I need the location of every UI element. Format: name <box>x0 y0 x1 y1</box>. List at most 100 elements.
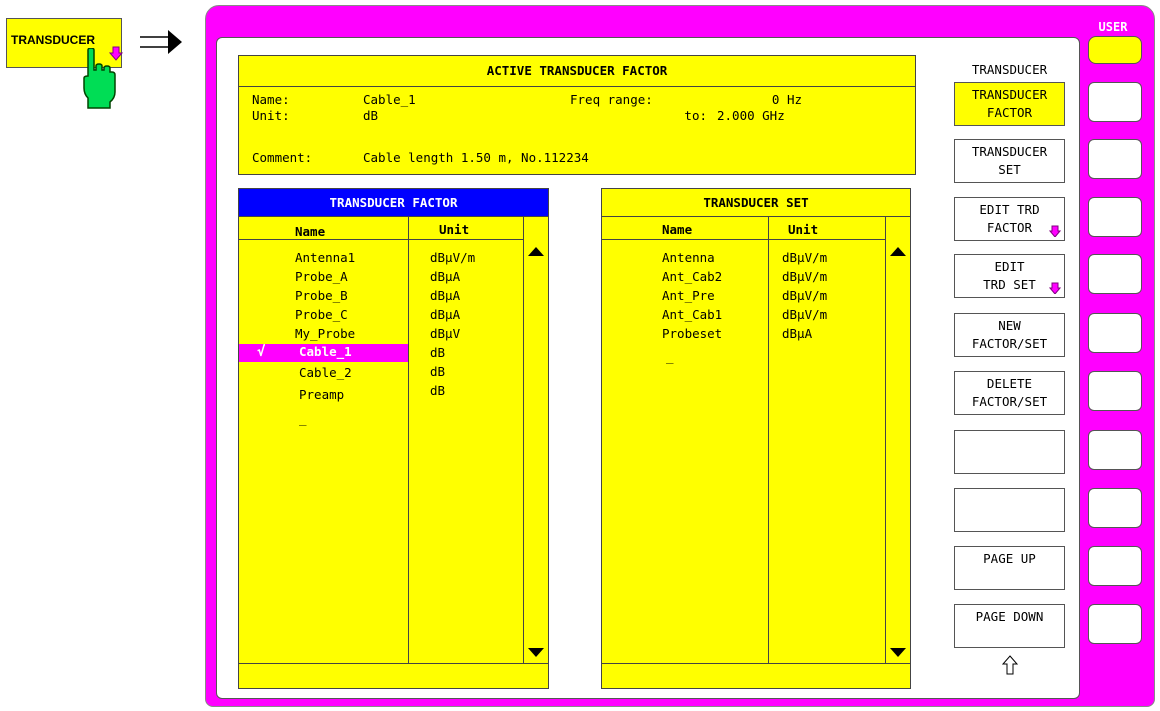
scroll-up-icon[interactable] <box>889 245 907 257</box>
set-col-unit: Unit <box>788 222 819 237</box>
softkey-new-factor-set[interactable]: NEW FACTOR/SET <box>954 313 1065 357</box>
side-key-7[interactable] <box>1088 430 1142 470</box>
user-key[interactable] <box>1088 36 1142 64</box>
active-transducer-title: ACTIVE TRANSDUCER FACTOR <box>239 56 915 87</box>
scroll-up-icon[interactable] <box>527 245 545 257</box>
set-table-title: TRANSDUCER SET <box>602 189 910 217</box>
softkey-line2: FACTOR/SET <box>971 336 1048 351</box>
side-key-5[interactable] <box>1088 313 1142 353</box>
set-row-name[interactable]: Probeset <box>662 326 722 341</box>
set-row-unit: dBµA <box>782 326 813 341</box>
side-key-8[interactable] <box>1088 488 1142 528</box>
factor-row-unit: dB <box>430 345 446 360</box>
factor-row-name[interactable]: _ <box>299 411 307 426</box>
factor-column-divider <box>408 216 409 663</box>
factor-table-title: TRANSDUCER FACTOR <box>239 189 548 217</box>
side-key-9[interactable] <box>1088 546 1142 586</box>
user-key-label: USER <box>1098 20 1128 34</box>
softkey-line2: SET <box>998 162 1021 177</box>
factor-row-unit: dB <box>430 364 446 379</box>
scroll-down-icon[interactable] <box>889 647 907 659</box>
softkey-line2: TRD SET <box>983 277 1036 292</box>
set-row-name[interactable]: Ant_Cab2 <box>662 269 722 284</box>
softkey-line2: FACTOR <box>986 105 1033 120</box>
side-key-1[interactable] <box>1088 82 1142 122</box>
factor-row-name[interactable]: Antenna1 <box>295 250 355 265</box>
softkey-page-up[interactable]: PAGE UP <box>954 546 1065 590</box>
softkey-line1: PAGE DOWN <box>975 609 1044 624</box>
side-key-3[interactable] <box>1088 197 1142 237</box>
set-column-divider <box>768 216 769 663</box>
softkey-transducer-factor[interactable]: TRANSDUCER FACTOR <box>954 82 1065 126</box>
softkey-line2: FACTOR/SET <box>971 394 1048 409</box>
factor-row-unit: dB <box>430 383 446 398</box>
set-row-unit: dBµV/m <box>782 250 828 265</box>
softkey-page-down[interactable]: PAGE DOWN <box>954 604 1065 648</box>
factor-footer-divider <box>239 663 548 664</box>
side-key-2[interactable] <box>1088 139 1142 179</box>
set-row-unit: dBµV/m <box>782 307 828 322</box>
set-row-name[interactable]: Ant_Cab1 <box>662 307 722 322</box>
factor-row-name[interactable]: Cable_2 <box>299 365 352 380</box>
transducer-hardkey-label: TRANSDUCER <box>11 33 95 47</box>
factor-row-name[interactable]: Probe_C <box>295 307 348 322</box>
softkey-delete-factor-set[interactable]: DELETE FACTOR/SET <box>954 371 1065 415</box>
submenu-arrow-icon <box>1049 225 1061 237</box>
softkey-empty-7[interactable] <box>954 430 1065 474</box>
softkey-line1: TRANSDUCER <box>971 144 1048 159</box>
factor-row-name[interactable]: Preamp <box>299 387 344 402</box>
factor-row-unit: dBµV <box>430 326 461 341</box>
transducer-factor-table: TRANSDUCER FACTOR Name Unit √ Antenna1 d… <box>238 188 549 689</box>
freq-range-label: Freq range: <box>570 92 653 107</box>
right-arrow-icon <box>140 30 182 54</box>
name-label: Name: <box>252 92 290 107</box>
softkey-line1: PAGE UP <box>983 551 1036 566</box>
pointing-hand-icon <box>83 48 116 109</box>
softkey-line1: TRANSDUCER <box>971 87 1048 102</box>
factor-header-divider <box>239 239 523 240</box>
set-scrollbar-divider <box>885 216 886 663</box>
factor-row-name[interactable]: My_Probe <box>295 326 355 341</box>
transducer-set-table: TRANSDUCER SET Name Unit Antenna dBµV/m … <box>601 188 911 689</box>
softkey-line1: DELETE <box>986 376 1033 391</box>
factor-row-unit: dBµA <box>430 307 461 322</box>
softkey-transducer-set[interactable]: TRANSDUCER SET <box>954 139 1065 183</box>
comment-label: Comment: <box>252 150 313 165</box>
unit-value: dB <box>363 108 379 123</box>
set-footer-divider <box>602 663 910 664</box>
up-arrow-icon <box>1002 655 1018 675</box>
softkey-line1: EDIT <box>994 259 1025 274</box>
factor-row-name[interactable]: Probe_B <box>295 288 348 303</box>
softkey-edit-trd-factor[interactable]: EDIT TRD FACTOR <box>954 197 1065 241</box>
side-key-6[interactable] <box>1088 371 1142 411</box>
set-row-name[interactable]: _ <box>666 349 674 364</box>
softkey-edit-trd-set[interactable]: EDIT TRD SET <box>954 254 1065 298</box>
set-row-unit: dBµV/m <box>782 288 828 303</box>
factor-row-name-selected[interactable]: Cable_1 <box>299 344 352 359</box>
set-row-unit: dBµV/m <box>782 269 828 284</box>
scroll-down-icon[interactable] <box>527 647 545 659</box>
name-value: Cable_1 <box>363 92 416 107</box>
freq-to-value: 2.000 GHz <box>717 108 785 123</box>
set-col-name: Name <box>662 222 693 237</box>
set-row-name[interactable]: Antenna <box>662 250 715 265</box>
comment-value: Cable length 1.50 m, No.112234 <box>363 150 589 165</box>
submenu-arrow-icon <box>1049 282 1061 294</box>
softkey-line1: EDIT TRD <box>979 202 1040 217</box>
factor-col-unit: Unit <box>439 222 470 237</box>
side-key-10[interactable] <box>1088 604 1142 644</box>
softkey-line2: FACTOR <box>986 220 1033 235</box>
factor-row-unit: dBµV/m <box>430 250 476 265</box>
factor-row-unit: dBµA <box>430 269 461 284</box>
freq-from-value: 0 Hz <box>771 92 802 107</box>
set-row-name[interactable]: Ant_Pre <box>662 288 715 303</box>
active-transducer-panel: ACTIVE TRANSDUCER FACTOR Name: Cable_1 U… <box>238 55 916 175</box>
side-key-4[interactable] <box>1088 254 1142 294</box>
softkey-line1: NEW <box>998 318 1021 333</box>
set-header-divider <box>602 239 885 240</box>
unit-label: Unit: <box>252 108 290 123</box>
softkey-empty-8[interactable] <box>954 488 1065 532</box>
factor-row-name[interactable]: Probe_A <box>295 269 348 284</box>
menu-title: TRANSDUCER <box>971 62 1048 77</box>
factor-col-name: Name <box>295 224 326 239</box>
